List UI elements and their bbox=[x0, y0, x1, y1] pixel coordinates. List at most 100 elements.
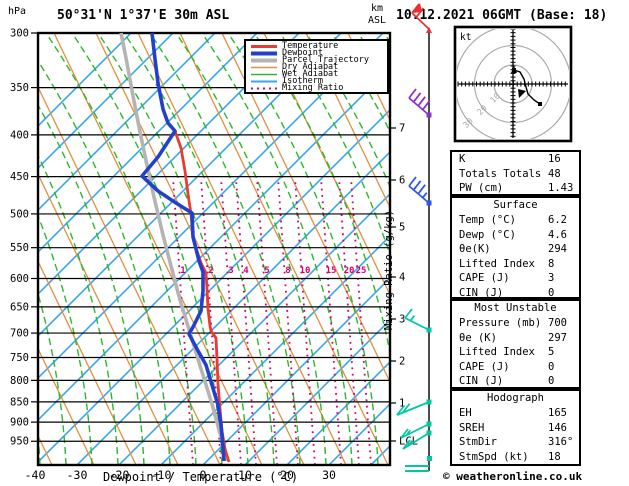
temp-tick-label: -40 bbox=[25, 468, 46, 482]
barb-base-marker bbox=[426, 327, 432, 333]
legend-swatch-dry-adiabat bbox=[251, 66, 277, 69]
pressure-tick-label: 900 bbox=[10, 417, 29, 429]
legend-item: Mixing Ratio bbox=[251, 84, 387, 92]
pressure-tick-label: 750 bbox=[10, 352, 29, 364]
panel-row-value: 316° bbox=[548, 436, 574, 449]
dry-adiabat-line bbox=[263, 34, 389, 295]
panel-row-value: 146 bbox=[548, 421, 567, 434]
panel-row-label: CIN (J) bbox=[459, 286, 504, 299]
panel-row: Lifted Index 8 bbox=[452, 257, 579, 272]
panel-row-value: 1.43 bbox=[548, 182, 574, 195]
panel-surface: Surface Temp (°C) 6.2 Dewp (°C) 4.6 θe(K) 294 L… bbox=[450, 196, 581, 299]
barb-base-marker bbox=[426, 399, 432, 405]
legend-swatch-temperature bbox=[251, 45, 277, 48]
x-axis-label: Dewpoint / Temperature (°C) bbox=[103, 470, 299, 484]
temp-tick-label: 30 bbox=[322, 468, 336, 482]
barb-tick bbox=[408, 88, 417, 99]
hodograph: 102030kt bbox=[453, 25, 573, 143]
panel-row-value: 0 bbox=[548, 375, 555, 388]
barb-tick bbox=[417, 96, 426, 107]
panel-row-value: 48 bbox=[548, 167, 561, 180]
barb-flag bbox=[412, 3, 422, 13]
panel-row: EH 165 bbox=[452, 406, 579, 421]
pressure-tick-label: 850 bbox=[10, 396, 29, 408]
panel-row-label: StmDir bbox=[459, 436, 497, 449]
legend-swatch-wet-adiabat bbox=[251, 73, 277, 76]
hodograph-unit-label: kt bbox=[460, 32, 471, 43]
panel-hodograph: Hodograph EH 165 SREH 146 StmDir 316° StmSpd (k… bbox=[450, 389, 581, 466]
hodograph-inner: 102030 bbox=[457, 29, 569, 139]
panel-row-label: EH bbox=[459, 407, 472, 419]
panel-row-value: 18 bbox=[548, 450, 561, 463]
legend-swatch-mixing-ratio bbox=[251, 87, 277, 90]
panel-row: Temp (°C) 6.2 bbox=[452, 213, 579, 228]
pressure-tick-label: 500 bbox=[10, 208, 29, 220]
wet-adiabat-line bbox=[45, 34, 197, 464]
barb-tick bbox=[408, 176, 417, 187]
legend-swatch-isotherm bbox=[251, 80, 277, 83]
panel-title: Hodograph bbox=[487, 392, 544, 404]
panel-row-label: CAPE (J) bbox=[459, 272, 510, 285]
mixing-ratio-value-label: 3 bbox=[228, 266, 233, 276]
panel-row-label: CIN (J) bbox=[459, 375, 504, 388]
mixing-ratio-value-label: 4 bbox=[243, 266, 249, 276]
barb-base-marker bbox=[426, 421, 432, 427]
panel-row: θe(K) 294 bbox=[452, 242, 579, 257]
pressure-tick-label: 400 bbox=[10, 129, 29, 141]
barb-tick bbox=[412, 92, 422, 103]
isotherm-line bbox=[39, 34, 342, 337]
pressure-tick-label: 700 bbox=[10, 328, 29, 340]
wind-barb bbox=[404, 308, 432, 333]
panel-row-label: PW (cm) bbox=[459, 182, 504, 195]
panel-row-value: 16 bbox=[548, 153, 561, 165]
legend-swatch-parcel-trajectory bbox=[251, 58, 277, 63]
pressure-tick-label: 350 bbox=[10, 82, 29, 94]
panel-row-label: Temp (°C) bbox=[459, 214, 516, 226]
pressure-tick-label: 950 bbox=[10, 436, 29, 448]
panel-row: Lifted Index 5 bbox=[452, 345, 579, 360]
temp-tick-label: -30 bbox=[67, 468, 88, 482]
panel-row: Pressure (mb) 700 bbox=[452, 316, 579, 331]
wind-barb bbox=[408, 88, 432, 118]
panel-row-value: 297 bbox=[548, 331, 567, 344]
hodograph-trace-end-marker bbox=[538, 102, 542, 106]
km-tick-label: 4 bbox=[399, 272, 405, 284]
pressure-tick-label: 550 bbox=[10, 242, 29, 254]
panel-row-value: 165 bbox=[548, 407, 567, 419]
mixing-ratio-value-label: 5 bbox=[264, 266, 269, 276]
mixing-ratio-value-label: 15 bbox=[326, 266, 337, 276]
barb-shaft bbox=[404, 317, 430, 331]
pressure-tick-label: 600 bbox=[10, 273, 29, 285]
pressure-tick-label: 300 bbox=[10, 28, 29, 40]
panel-row-label: K bbox=[459, 153, 466, 165]
mixing-ratio-value-label: 8 bbox=[285, 266, 290, 276]
barb-base-marker bbox=[426, 430, 432, 436]
panel-row-label: θe(K) bbox=[459, 243, 491, 256]
mixing-ratio-value-label: 20 bbox=[344, 266, 355, 276]
barb-tick bbox=[417, 184, 426, 195]
barb-base-marker bbox=[426, 112, 432, 118]
panel-row-label: θe (K) bbox=[459, 331, 497, 344]
barb-half-tick bbox=[409, 315, 416, 322]
barb-base-marker bbox=[426, 200, 432, 206]
panel-row-value: 5 bbox=[548, 346, 555, 359]
mixing-ratio-value-label: 25 bbox=[356, 266, 367, 276]
barb-tick bbox=[412, 180, 422, 191]
panel-row: K 16 bbox=[452, 152, 579, 167]
legend-swatch-dewpoint bbox=[251, 51, 277, 56]
km-tick-label: 2 bbox=[399, 356, 405, 368]
barb-half-tick bbox=[422, 192, 428, 199]
panel-row: Totals Totals 48 bbox=[452, 167, 579, 182]
panel-title: Surface bbox=[493, 199, 538, 211]
panel-row: Dewp (°C) 4.6 bbox=[452, 228, 579, 243]
copyright-footer: © weatheronline.co.uk bbox=[443, 470, 583, 483]
panel-row: CIN (J) 0 bbox=[452, 374, 579, 389]
panel-row-value: 700 bbox=[548, 317, 567, 329]
mixing-ratio-axis-label: Mixing Ratio (g/kg) bbox=[383, 210, 395, 330]
km-tick-label: 5 bbox=[399, 222, 405, 234]
km-tick-label: 3 bbox=[399, 314, 405, 326]
panel-row-label: Totals Totals bbox=[459, 167, 542, 180]
km-tick-label: 6 bbox=[399, 175, 405, 187]
barb-tick bbox=[404, 308, 413, 319]
panel-row-label: CAPE (J) bbox=[459, 360, 510, 373]
